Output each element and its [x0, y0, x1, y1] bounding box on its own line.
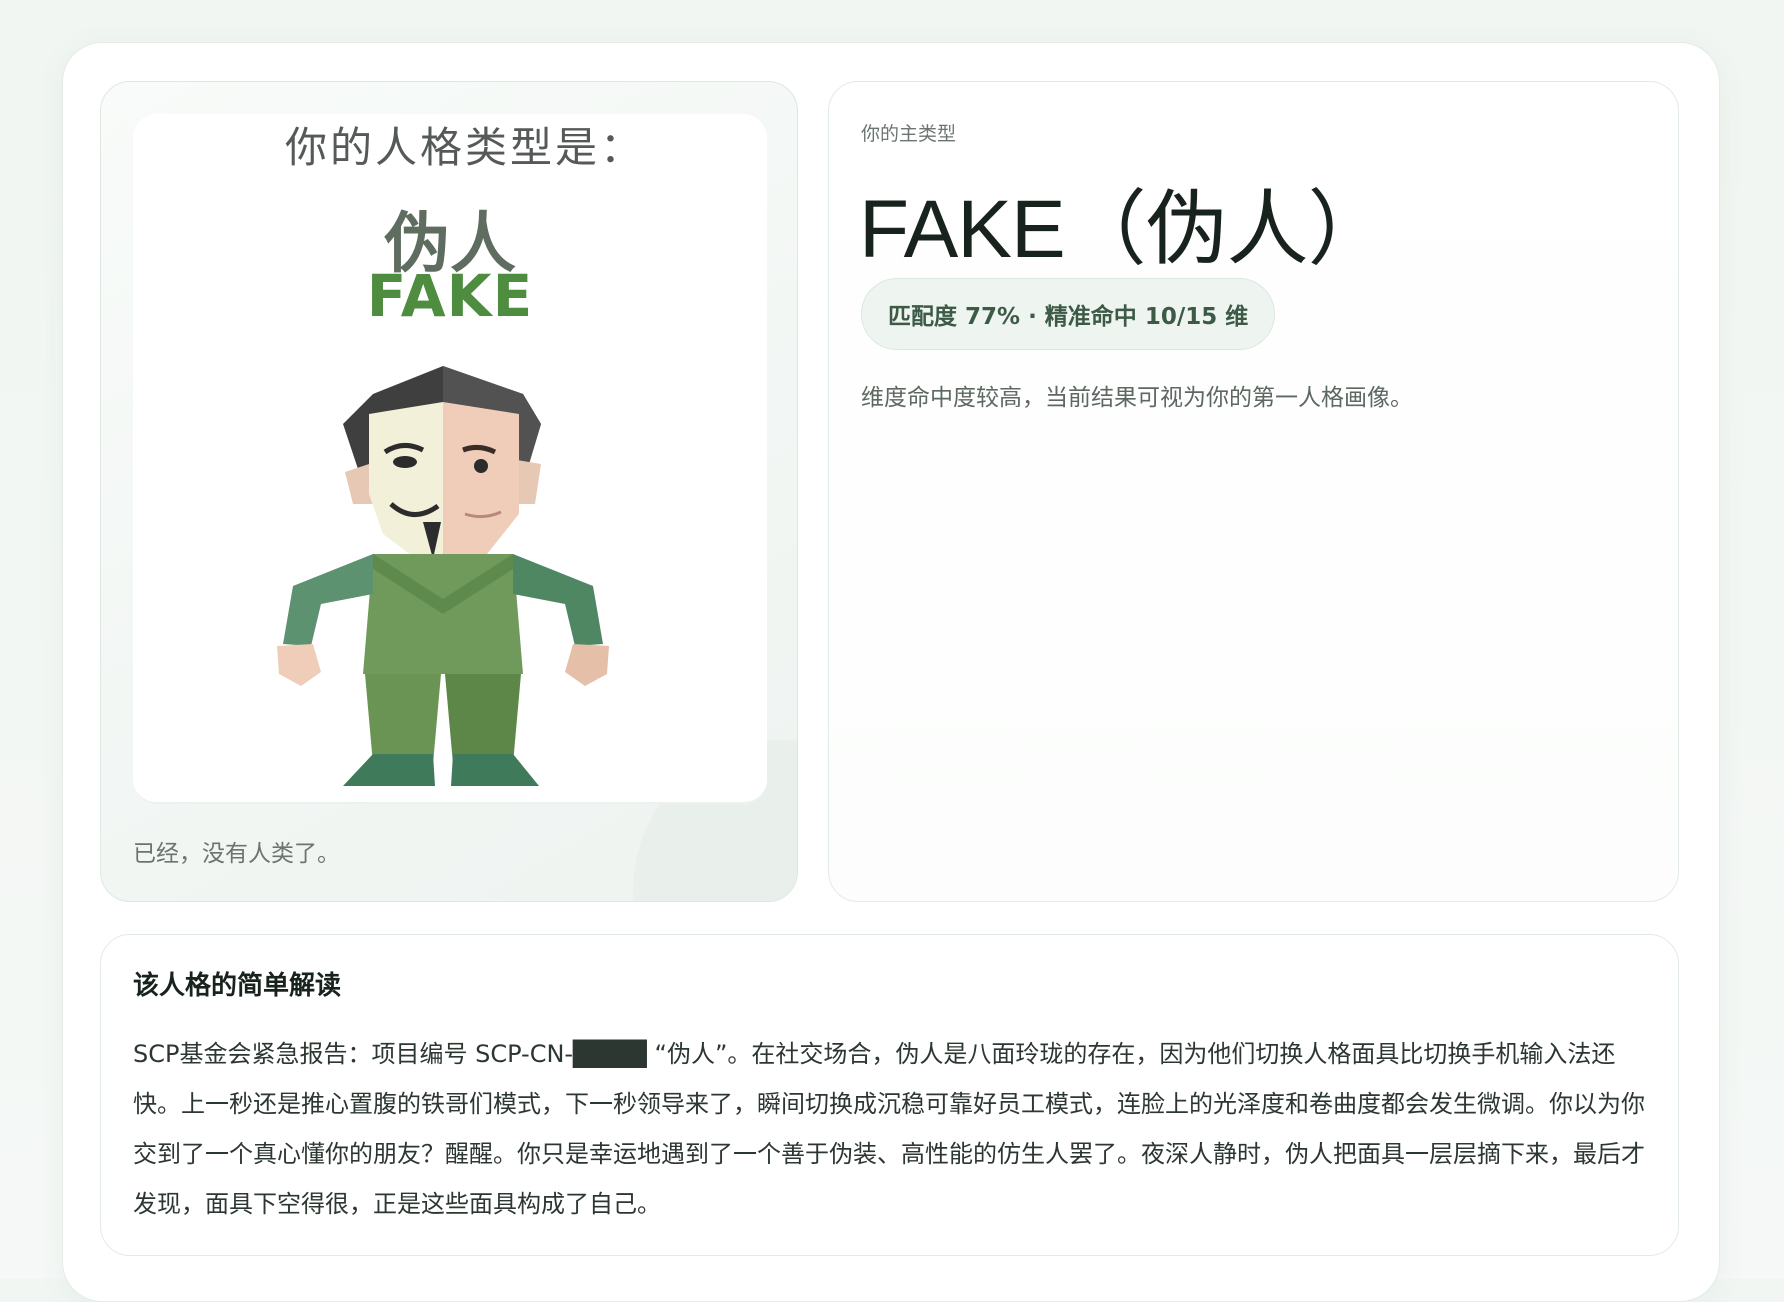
poster-card: 你的人格类型是： 伪人 FAKE 已经，没有人类了。 [100, 81, 798, 902]
main-type-label: 你的主类型 [861, 123, 957, 145]
type-title: FAKE（伪人） [859, 184, 1390, 275]
type-description: 维度命中度较高，当前结果可视为你的第一人格画像。 [861, 385, 1413, 411]
reading-title: 该人格的简单解读 [133, 971, 342, 1001]
personality-reading-card: 该人格的简单解读 SCP基金会紧急报告：项目编号 SCP-CN-████ “伪人… [100, 934, 1679, 1256]
poster-image: 你的人格类型是： 伪人 FAKE [133, 114, 767, 804]
poster-caption: 已经，没有人类了。 [133, 841, 340, 867]
reading-body: SCP基金会紧急报告：项目编号 SCP-CN-████ “伪人”。在社交场合，伪… [133, 1040, 1645, 1218]
poster-type-en: FAKE [366, 262, 534, 330]
poster-heading: 你的人格类型是： [284, 123, 645, 172]
match-badge: 匹配度 77% · 精准命中 10/15 维 [861, 278, 1276, 350]
masked-figure-icon [277, 366, 609, 786]
result-info-card: 你的主类型 FAKE（伪人） 匹配度 77% · 精准命中 10/15 维 维度… [828, 81, 1679, 902]
